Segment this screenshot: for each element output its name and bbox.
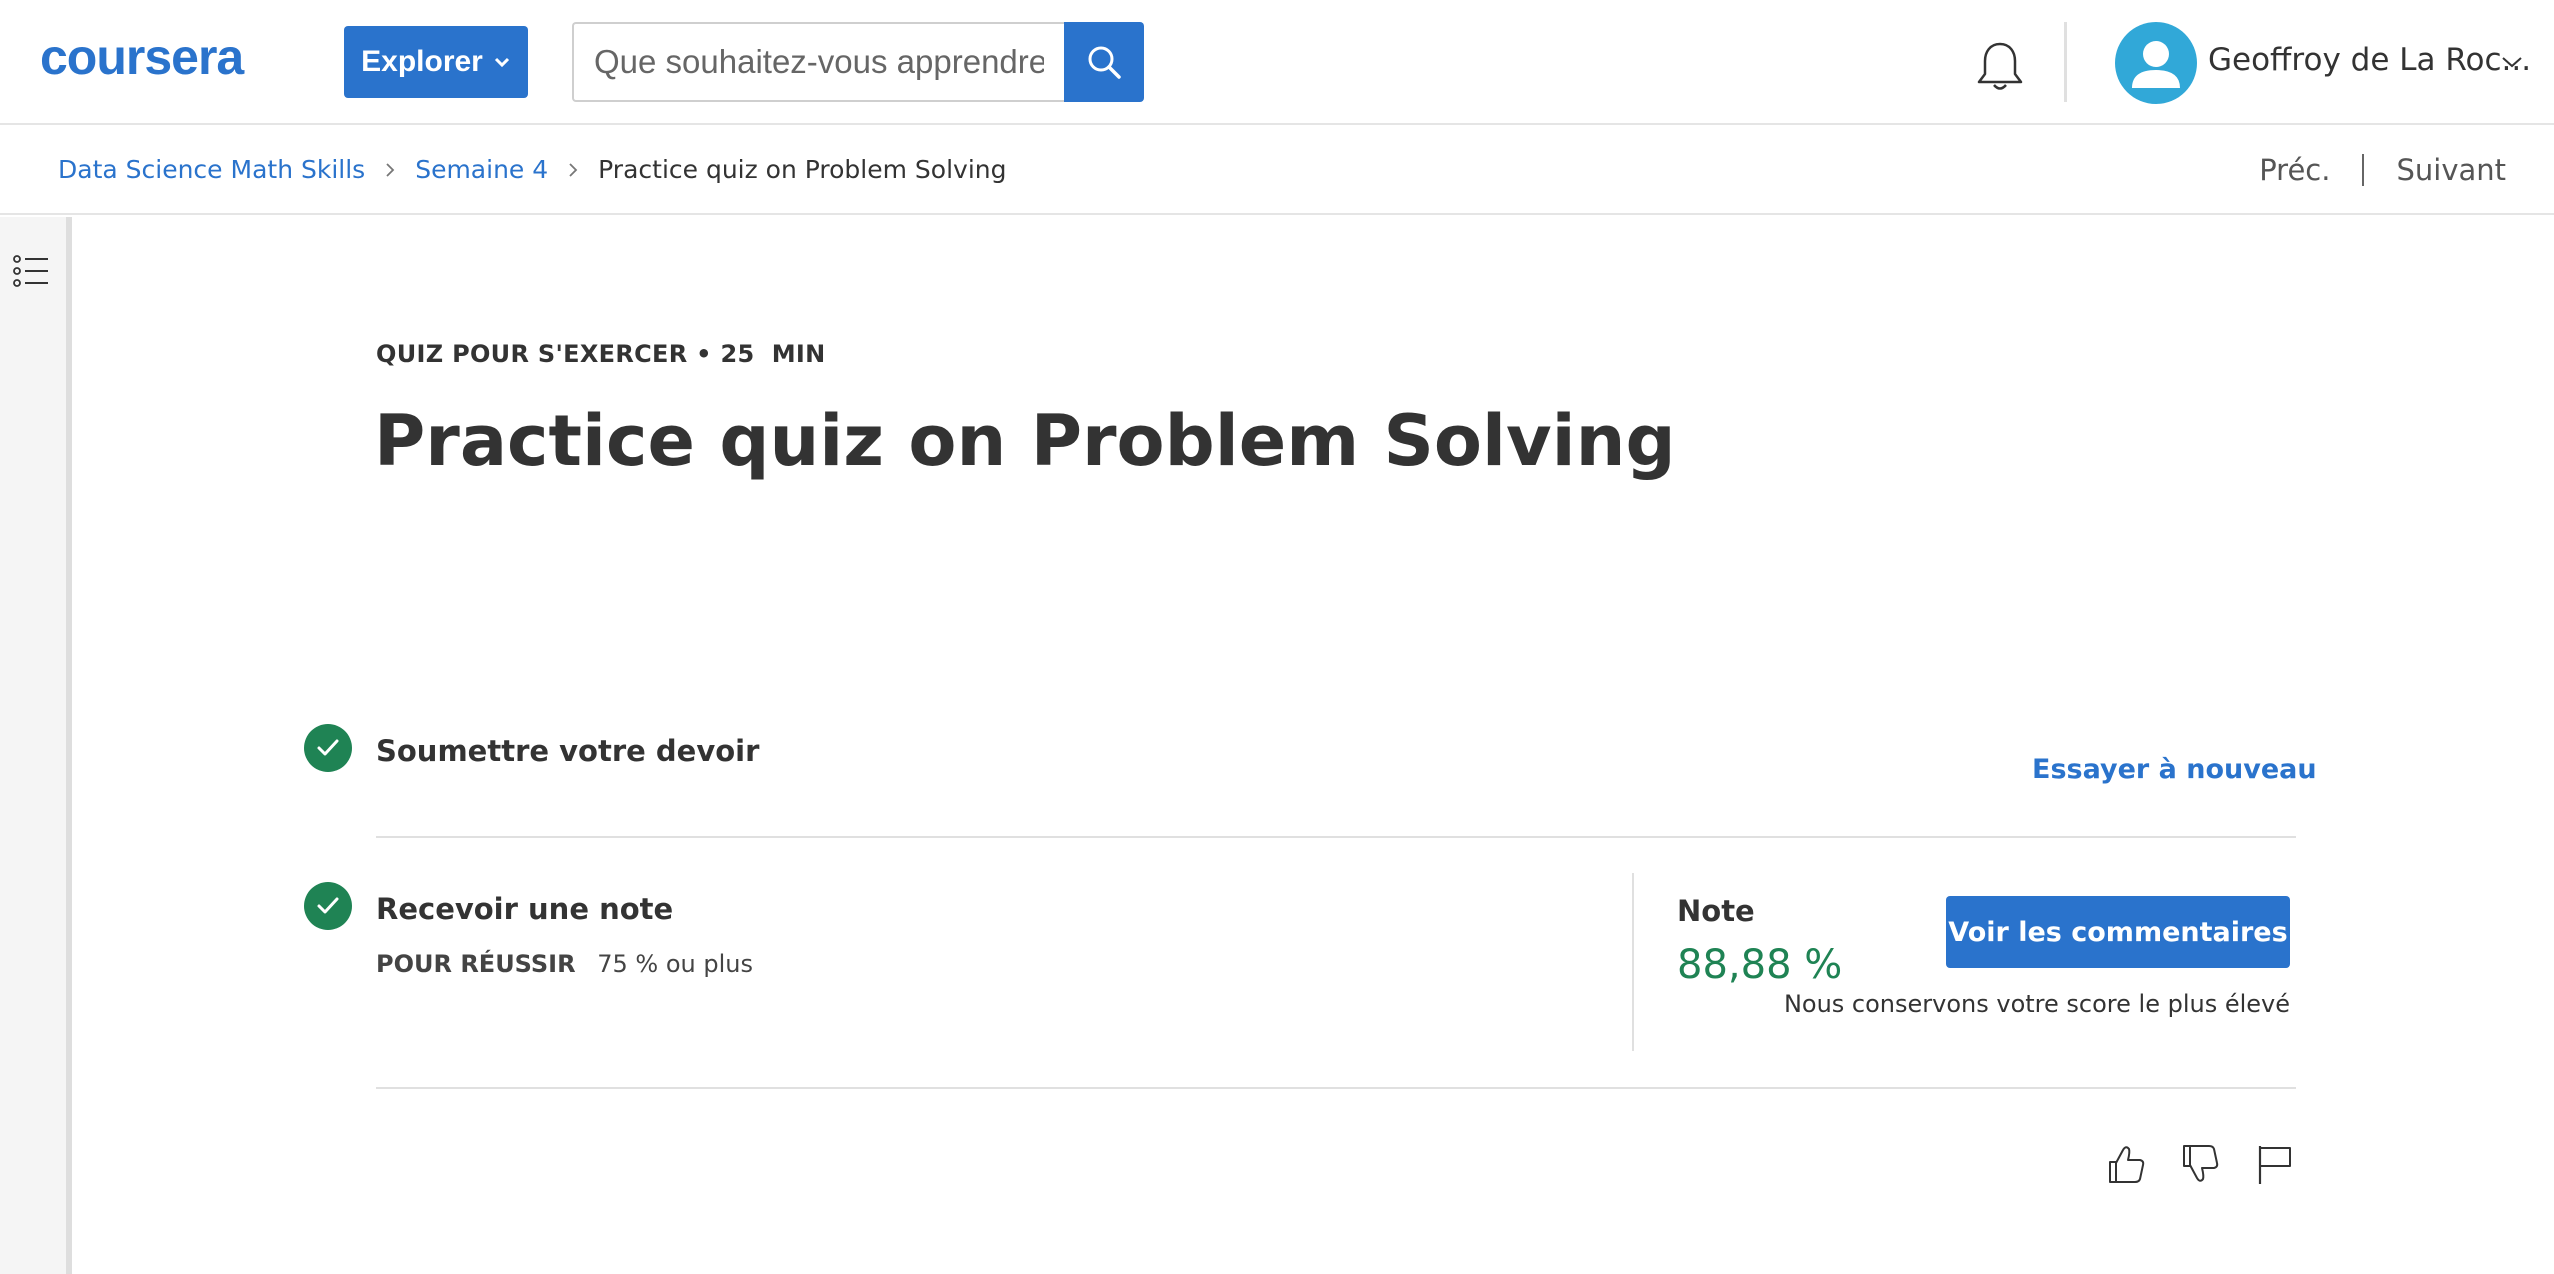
- search-input[interactable]: [572, 22, 1064, 102]
- flag-icon: [2258, 1146, 2291, 1184]
- search-button[interactable]: [1064, 22, 1144, 102]
- like-button[interactable]: [2104, 1142, 2148, 1186]
- step-grade-title: Recevoir une note: [376, 892, 674, 926]
- breadcrumb-current: Practice quiz on Problem Solving: [598, 155, 1007, 184]
- thumbs-up-icon: [2109, 1146, 2145, 1183]
- explore-label: Explorer: [361, 45, 483, 78]
- dislike-button[interactable]: [2178, 1142, 2222, 1186]
- check-icon: [317, 739, 339, 756]
- top-navigation: coursera Explorer Geoffroy de La Roc...: [0, 0, 2554, 125]
- item-type-duration: QUIZ POUR S'EXERCER • 25 MIN: [376, 340, 826, 368]
- retry-link[interactable]: Essayer à nouveau: [2032, 754, 2317, 785]
- chevron-down-icon: [494, 57, 509, 68]
- course-sidebar: [0, 217, 72, 1274]
- list-icon[interactable]: [12, 251, 52, 291]
- avatar[interactable]: [2115, 22, 2197, 104]
- grade-divider: [1632, 873, 1634, 1051]
- feedback-actions: [2104, 1142, 2296, 1186]
- step-submit-title: Soumettre votre devoir: [376, 734, 760, 768]
- user-name[interactable]: Geoffroy de La Roc...: [2208, 42, 2531, 78]
- breadcrumb-course[interactable]: Data Science Math Skills: [58, 155, 365, 184]
- grade-note: Nous conservons votre score le plus élev…: [1783, 990, 2290, 1018]
- previous-link[interactable]: Préc.: [2259, 153, 2330, 187]
- breadcrumb: Data Science Math Skills Semaine 4 Pract…: [58, 155, 1007, 184]
- explore-button[interactable]: Explorer: [344, 26, 528, 98]
- svg-text:coursera: coursera: [40, 34, 245, 84]
- pass-label: POUR RÉUSSIR: [376, 950, 576, 978]
- check-icon: [317, 897, 339, 914]
- user-avatar-icon: [2132, 41, 2180, 88]
- coursera-logo[interactable]: coursera: [40, 34, 302, 84]
- step-complete-badge: [304, 882, 352, 930]
- pass-value: 75 % ou plus: [597, 950, 753, 978]
- breadcrumb-bar: Data Science Math Skills Semaine 4 Pract…: [0, 127, 2554, 215]
- divider: [376, 1087, 2296, 1089]
- step-complete-badge: [304, 724, 352, 772]
- chevron-right-icon: [569, 162, 578, 177]
- grade-value: 88,88 %: [1677, 942, 1843, 988]
- page-title: Practice quiz on Problem Solving: [374, 400, 1676, 482]
- prev-next-divider: [2362, 154, 2365, 186]
- grade-label: Note: [1677, 894, 1755, 928]
- divider: [376, 836, 2296, 838]
- thumbs-down-icon: [2183, 1145, 2219, 1182]
- prev-next-nav: Préc. Suivant: [2259, 153, 2506, 187]
- view-feedback-button[interactable]: Voir les commentaires: [1946, 896, 2290, 968]
- passing-requirement: POUR RÉUSSIR 75 % ou plus: [376, 950, 753, 978]
- nav-divider: [2064, 22, 2067, 102]
- next-link[interactable]: Suivant: [2396, 153, 2506, 187]
- search-bar: [572, 22, 1144, 102]
- report-button[interactable]: [2252, 1142, 2296, 1186]
- breadcrumb-week[interactable]: Semaine 4: [415, 155, 548, 184]
- chevron-right-icon: [386, 162, 395, 177]
- chevron-down-icon[interactable]: [2500, 52, 2524, 72]
- bell-icon[interactable]: [1970, 38, 2030, 94]
- search-icon: [1088, 46, 1121, 79]
